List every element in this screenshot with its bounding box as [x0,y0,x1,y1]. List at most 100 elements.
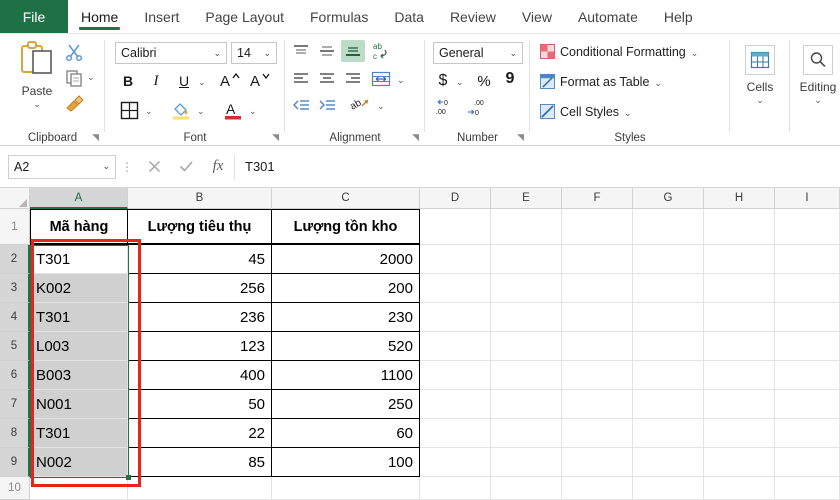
borders-dropdown-caret[interactable]: ⌄ [145,107,153,116]
cell-C2[interactable]: 2000 [272,245,420,274]
cell-I6[interactable] [775,361,840,390]
cell-F8[interactable] [562,419,633,448]
percent-style-button[interactable]: % [473,70,495,92]
format-painter-button[interactable] [62,92,86,116]
cancel-button[interactable] [138,154,170,180]
cells-dropdown-caret[interactable]: ⌄ [756,96,764,105]
cell-F10[interactable] [562,477,633,500]
cell-D10[interactable] [420,477,491,500]
cell-A5[interactable]: L003 [30,332,128,361]
column-header-g[interactable]: G [633,188,704,209]
cell-C6[interactable]: 1100 [272,361,420,390]
row-header-10[interactable]: 10 [0,477,30,500]
cell-I9[interactable] [775,448,840,477]
underline-button[interactable]: U [173,70,195,92]
cell-F4[interactable] [562,303,633,332]
font-family-combo[interactable]: Calibri ⌄ [115,42,227,64]
cell-G1[interactable] [633,209,704,245]
cell-H5[interactable] [704,332,775,361]
fill-color-dropdown-caret[interactable]: ⌄ [197,107,205,116]
cell-C7[interactable]: 250 [272,390,420,419]
decrease-indent-button[interactable] [289,94,313,116]
font-color-dropdown-caret[interactable]: ⌄ [249,107,257,116]
tab-insert[interactable]: Insert [131,0,192,33]
cell-A7[interactable]: N001 [30,390,128,419]
alignment-dialog-launcher[interactable]: ◥ [412,132,419,143]
cell-A4[interactable]: T301 [30,303,128,332]
cell-E8[interactable] [491,419,562,448]
wrap-text-button[interactable]: ab c [369,38,395,64]
cell-F3[interactable] [562,274,633,303]
tab-help[interactable]: Help [651,0,706,33]
cell-E9[interactable] [491,448,562,477]
cell-I7[interactable] [775,390,840,419]
column-header-i[interactable]: I [775,188,840,209]
editing-button[interactable]: Editing ⌄ [793,42,840,114]
cell-B2[interactable]: 45 [128,245,272,274]
align-bottom-button[interactable] [341,40,365,62]
cell-F7[interactable] [562,390,633,419]
cell-E5[interactable] [491,332,562,361]
fill-color-button[interactable] [169,98,193,122]
cell-H6[interactable] [704,361,775,390]
align-top-button[interactable] [289,40,313,62]
comma-style-button[interactable]: 9 [501,68,519,90]
cell-I5[interactable] [775,332,840,361]
cell-D9[interactable] [420,448,491,477]
select-all-corner[interactable] [0,188,30,209]
column-header-a[interactable]: A [30,188,128,209]
cell-A2[interactable]: T301 [30,245,128,274]
decrease-decimal-button[interactable]: 0 .00 [433,96,459,118]
cell-G9[interactable] [633,448,704,477]
cell-H7[interactable] [704,390,775,419]
cell-A6[interactable]: B003 [30,361,128,390]
row-header-4[interactable]: 4 [0,303,30,332]
cell-C8[interactable]: 60 [272,419,420,448]
cell-A9[interactable]: N002 [30,448,128,477]
tab-data[interactable]: Data [381,0,437,33]
cell-B6[interactable]: 400 [128,361,272,390]
cell-C3[interactable]: 200 [272,274,420,303]
tab-page-layout[interactable]: Page Layout [192,0,297,33]
cell-C10[interactable] [272,477,420,500]
row-header-7[interactable]: 7 [0,390,30,419]
copy-dropdown-caret[interactable]: ⌄ [87,73,95,82]
font-dialog-launcher[interactable]: ◥ [272,132,279,143]
cell-G6[interactable] [633,361,704,390]
cell-D5[interactable] [420,332,491,361]
cell-F9[interactable] [562,448,633,477]
column-header-b[interactable]: B [128,188,272,209]
cell-D4[interactable] [420,303,491,332]
cell-H4[interactable] [704,303,775,332]
cell-B9[interactable]: 85 [128,448,272,477]
column-header-f[interactable]: F [562,188,633,209]
number-dialog-launcher[interactable]: ◥ [517,132,524,143]
cell-C9[interactable]: 100 [272,448,420,477]
cell-E7[interactable] [491,390,562,419]
cell-D6[interactable] [420,361,491,390]
cells-button[interactable]: Cells ⌄ [733,42,787,114]
increase-indent-button[interactable] [315,94,339,116]
cell-B5[interactable]: 123 [128,332,272,361]
cell-E1[interactable] [491,209,562,245]
cell-F2[interactable] [562,245,633,274]
align-center-button[interactable] [315,68,339,90]
row-header-9[interactable]: 9 [0,448,30,477]
cell-I4[interactable] [775,303,840,332]
cell-G3[interactable] [633,274,704,303]
column-header-h[interactable]: H [704,188,775,209]
row-header-6[interactable]: 6 [0,361,30,390]
cell-H1[interactable] [704,209,775,245]
format-as-table-button[interactable]: Format as Table ⌄ [540,74,662,89]
tab-formulas[interactable]: Formulas [297,0,381,33]
cell-C1[interactable]: Lượng tồn kho [272,209,420,245]
row-header-5[interactable]: 5 [0,332,30,361]
column-header-c[interactable]: C [272,188,420,209]
conditional-formatting-button[interactable]: Conditional Formatting ⌄ [540,44,698,59]
increase-font-size-button[interactable]: A [218,68,242,92]
paste-button[interactable]: Paste ⌄ [8,40,66,118]
cell-H9[interactable] [704,448,775,477]
cell-E2[interactable] [491,245,562,274]
cell-G7[interactable] [633,390,704,419]
paste-dropdown-caret[interactable]: ⌄ [33,100,41,109]
